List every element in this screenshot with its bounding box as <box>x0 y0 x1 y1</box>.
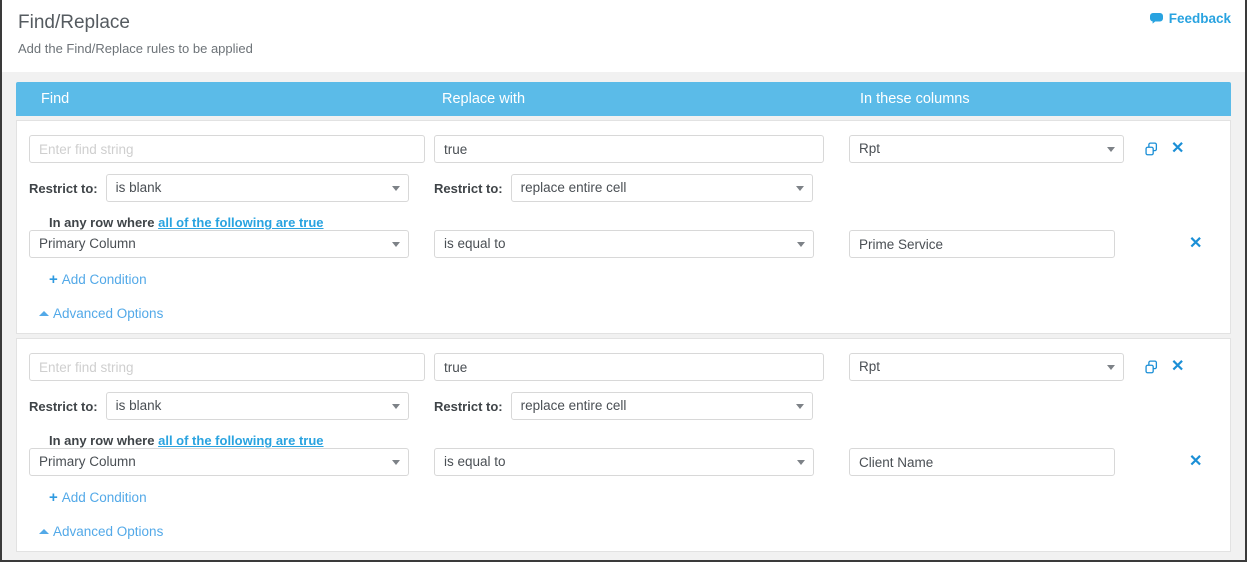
condition-actions: ✕ <box>1189 236 1202 252</box>
condition-column-select[interactable]: Primary Column <box>29 230 409 258</box>
comment-bubble-icon <box>1149 12 1164 25</box>
column-header-in-columns: In these columns <box>860 91 970 107</box>
condition-row: Primary Column is equal to <box>17 230 1230 258</box>
page-header: Find/Replace Add the Find/Replace rules … <box>2 0 1245 72</box>
replace-cell <box>429 135 844 163</box>
find-cell <box>17 353 429 381</box>
replace-restrict-select[interactable]: replace entire cell <box>510 392 813 420</box>
condition-column-select[interactable]: Primary Column <box>29 448 409 476</box>
add-condition-label: Add Condition <box>61 490 147 505</box>
in-any-row-text: In any row where <box>49 215 155 230</box>
replace-restrict-cell: Restrict to: replace entire cell <box>429 392 844 420</box>
find-restrict-select-wrap: is blank <box>105 392 409 420</box>
advanced-options-toggle[interactable]: Advanced Options <box>39 306 163 321</box>
condition-actions: ✕ <box>1189 454 1202 470</box>
find-input[interactable] <box>29 135 425 163</box>
feedback-label: Feedback <box>1168 11 1231 26</box>
replace-restrict-select-wrap: replace entire cell <box>510 392 813 420</box>
replace-restrict-cell: Restrict to: replace entire cell <box>429 174 844 202</box>
remove-rule-icon[interactable]: ✕ <box>1171 359 1184 375</box>
advanced-options-label: Advanced Options <box>53 306 164 321</box>
condition-operator-select[interactable]: is equal to <box>434 230 814 258</box>
columns-select-wrap: Rpt <box>849 135 1124 163</box>
replace-input[interactable] <box>434 135 824 163</box>
find-restrict-select-wrap: is blank <box>105 174 409 202</box>
advanced-options-label: Advanced Options <box>53 524 164 539</box>
rule-main-row: Rpt ✕ <box>17 135 1230 163</box>
in-columns-cell: Rpt ✕ <box>844 353 1230 381</box>
in-columns-cell: Rpt ✕ <box>844 135 1230 163</box>
advanced-options-row: Advanced Options <box>17 303 1230 321</box>
remove-condition-icon[interactable]: ✕ <box>1189 454 1202 470</box>
condition-value-cell: ✕ <box>844 448 1230 476</box>
in-columns-select[interactable]: Rpt <box>849 353 1124 381</box>
match-mode-link[interactable]: all of the following are true <box>158 215 323 230</box>
find-input[interactable] <box>29 353 425 381</box>
find-restrict-select[interactable]: is blank <box>105 392 409 420</box>
replace-restrict-select[interactable]: replace entire cell <box>510 174 813 202</box>
add-condition-button[interactable]: + Add Condition <box>49 271 147 288</box>
add-condition-label: Add Condition <box>61 272 147 287</box>
advanced-options-toggle[interactable]: Advanced Options <box>39 524 163 539</box>
replace-restrict-label: Restrict to: <box>434 398 503 414</box>
condition-column-cell: Primary Column <box>17 448 429 476</box>
duplicate-rule-icon[interactable] <box>1144 141 1159 157</box>
find-replace-page: Find/Replace Add the Find/Replace rules … <box>0 0 1247 562</box>
columns-select-wrap: Rpt <box>849 353 1124 381</box>
find-restrict-cell: Restrict to: is blank <box>17 174 429 202</box>
feedback-link[interactable]: Feedback <box>1149 11 1231 26</box>
in-columns-select[interactable]: Rpt <box>849 135 1124 163</box>
rule-actions: ✕ <box>1144 359 1184 375</box>
condition-operator-select[interactable]: is equal to <box>434 448 814 476</box>
add-condition-row: + Add Condition <box>17 489 1230 507</box>
plus-icon: + <box>49 489 58 506</box>
condition-value-input[interactable] <box>849 230 1115 258</box>
replace-restrict-select-wrap: replace entire cell <box>510 174 813 202</box>
chevron-up-icon <box>39 529 49 534</box>
replace-restrict-label: Restrict to: <box>434 180 503 196</box>
in-any-row-where-label: In any row where all of the following ar… <box>17 433 1230 448</box>
condition-column-select-wrap: Primary Column <box>29 448 409 476</box>
restrict-row: Restrict to: is blank Restrict to: repla… <box>17 392 1230 420</box>
condition-column-cell: Primary Column <box>17 230 429 258</box>
rule-card: Rpt ✕ <box>16 120 1231 334</box>
in-any-row-text: In any row where <box>49 433 155 448</box>
rule-card: Rpt ✕ <box>16 338 1231 552</box>
remove-rule-icon[interactable]: ✕ <box>1171 141 1184 157</box>
page-subtitle: Add the Find/Replace rules to be applied <box>18 41 253 56</box>
find-restrict-cell: Restrict to: is blank <box>17 392 429 420</box>
condition-operator-select-wrap: is equal to <box>434 230 814 258</box>
rules-canvas: Find Replace with In these columns Rpt <box>2 72 1245 560</box>
plus-icon: + <box>49 271 58 288</box>
match-mode-link[interactable]: all of the following are true <box>158 433 323 448</box>
rule-actions: ✕ <box>1144 141 1184 157</box>
condition-operator-select-wrap: is equal to <box>434 448 814 476</box>
column-header-bar: Find Replace with In these columns <box>16 82 1231 116</box>
replace-input[interactable] <box>434 353 824 381</box>
condition-value-input[interactable] <box>849 448 1115 476</box>
advanced-options-row: Advanced Options <box>17 521 1230 539</box>
find-cell <box>17 135 429 163</box>
remove-condition-icon[interactable]: ✕ <box>1189 236 1202 252</box>
add-condition-row: + Add Condition <box>17 271 1230 289</box>
condition-operator-cell: is equal to <box>429 448 844 476</box>
find-restrict-label: Restrict to: <box>29 398 98 414</box>
rule-main-row: Rpt ✕ <box>17 353 1230 381</box>
chevron-up-icon <box>39 311 49 316</box>
replace-cell <box>429 353 844 381</box>
condition-row: Primary Column is equal to <box>17 448 1230 476</box>
find-restrict-select[interactable]: is blank <box>105 174 409 202</box>
condition-operator-cell: is equal to <box>429 230 844 258</box>
condition-value-cell: ✕ <box>844 230 1230 258</box>
restrict-row: Restrict to: is blank Restrict to: repla… <box>17 174 1230 202</box>
column-header-find: Find <box>41 91 70 107</box>
add-condition-button[interactable]: + Add Condition <box>49 489 147 506</box>
condition-column-select-wrap: Primary Column <box>29 230 409 258</box>
page-title: Find/Replace <box>18 12 130 33</box>
column-header-replace: Replace with <box>442 91 526 107</box>
find-restrict-label: Restrict to: <box>29 180 98 196</box>
duplicate-rule-icon[interactable] <box>1144 359 1159 375</box>
in-any-row-where-label: In any row where all of the following ar… <box>17 215 1230 230</box>
